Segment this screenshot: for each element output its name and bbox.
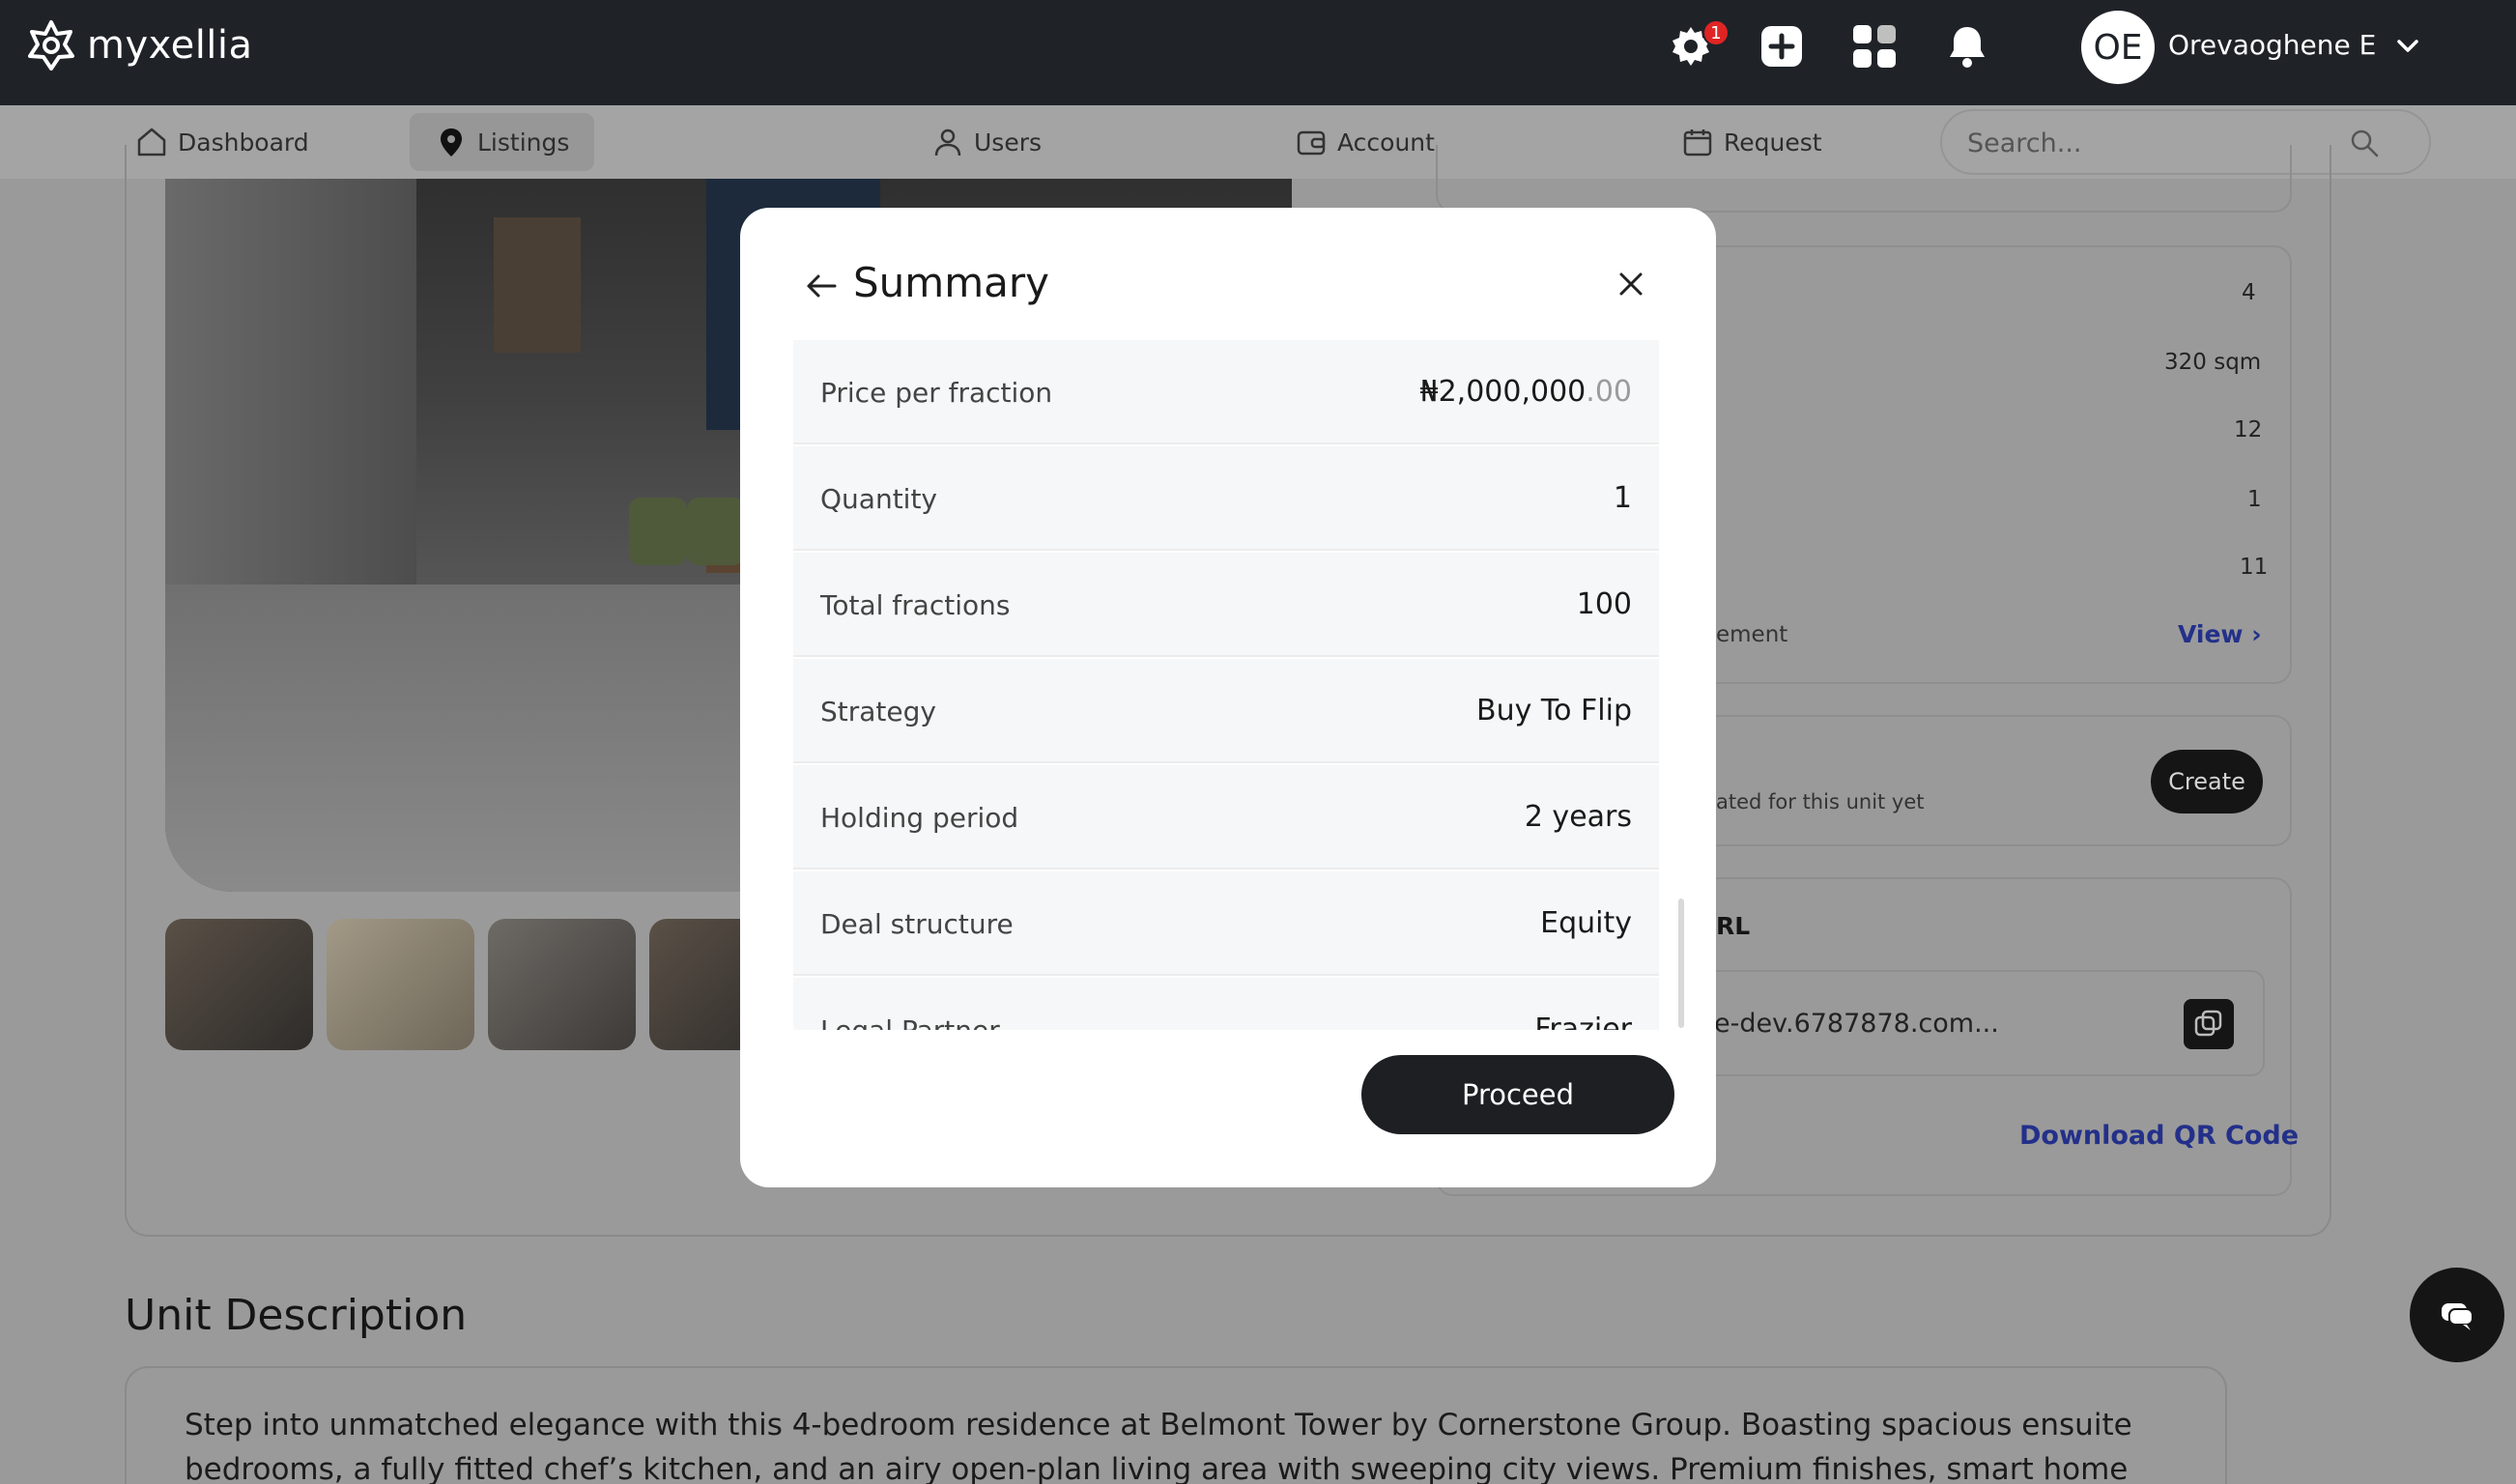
copy-icon	[2194, 1010, 2222, 1037]
row-value: 100	[1576, 587, 1632, 621]
row-label: Deal structure	[820, 908, 1014, 940]
view-link[interactable]: View ›	[2178, 620, 2262, 648]
row-value: ₦2,000,000.00	[1420, 375, 1633, 409]
top-bar: myxellia 1 OE Orevaoghene E	[0, 0, 2516, 105]
summary-row-deal-structure: Deal structure Equity	[793, 871, 1659, 976]
row-value: 2 years	[1524, 800, 1632, 834]
empty-state-text: ated for this unit yet	[1716, 790, 1925, 813]
modal-title: Summary	[853, 259, 1049, 306]
summary-row-holding-period: Holding period 2 years	[793, 765, 1659, 870]
back-arrow-icon[interactable]	[804, 269, 839, 303]
add-icon[interactable]	[1758, 23, 1805, 70]
brand-logo[interactable]: myxellia	[25, 19, 253, 71]
brand-name: myxellia	[87, 23, 253, 68]
row-value: Buy To Flip	[1476, 694, 1632, 728]
details-card-top	[1436, 145, 2292, 213]
copy-button[interactable]	[2184, 999, 2234, 1049]
row-label: Total fractions	[820, 589, 1011, 621]
download-qr-link[interactable]: Download QR Code	[2019, 1121, 2299, 1151]
row-value: Frazier	[1534, 1013, 1632, 1030]
detail-value: 320 sqm	[2164, 350, 2262, 375]
row-value: Equity	[1540, 906, 1632, 940]
summary-list[interactable]: Price per fraction ₦2,000,000.00 Quantit…	[793, 340, 1659, 1030]
row-label: Legal Partner	[820, 1014, 1000, 1030]
bell-icon[interactable]	[1944, 23, 1990, 70]
price-decimal: .00	[1586, 375, 1632, 409]
notification-badge: 1	[1702, 19, 1730, 46]
detail-value: 4	[2242, 280, 2256, 305]
detail-value: 1	[2247, 487, 2262, 512]
thumbnail-image[interactable]	[327, 919, 474, 1050]
row-label: Holding period	[820, 802, 1019, 834]
summary-row-quantity: Quantity 1	[793, 446, 1659, 551]
row-label: Strategy	[820, 696, 936, 728]
detail-label-partial: ement	[1716, 622, 1788, 647]
user-name[interactable]: Orevaoghene E	[2168, 29, 2376, 61]
description-title: Unit Description	[125, 1291, 468, 1340]
detail-value: 11	[2240, 555, 2269, 580]
price-main: ₦2,000,000	[1419, 375, 1587, 409]
description-text: Step into unmatched elegance with this 4…	[185, 1408, 2132, 1484]
thumbnail-image[interactable]	[488, 919, 636, 1050]
proceed-button[interactable]: Proceed	[1361, 1055, 1674, 1134]
apps-grid-icon[interactable]	[1851, 23, 1898, 70]
search-icon[interactable]	[2348, 127, 2381, 159]
row-label: Price per fraction	[820, 377, 1053, 409]
chevron-down-icon[interactable]	[2394, 33, 2421, 60]
summary-row-total-fractions: Total fractions 100	[793, 553, 1659, 657]
chat-icon	[2442, 1303, 2473, 1330]
avatar[interactable]: OE	[2081, 11, 2155, 84]
logo-icon	[28, 20, 74, 71]
row-label: Quantity	[820, 483, 937, 515]
url-section-label: RL	[1716, 912, 1751, 940]
create-button[interactable]: Create	[2151, 750, 2263, 813]
close-icon[interactable]	[1615, 269, 1646, 300]
summary-row-legal-partner: Legal Partner Frazier	[793, 978, 1659, 1030]
summary-row-price: Price per fraction ₦2,000,000.00	[793, 340, 1659, 444]
row-value: 1	[1613, 481, 1632, 515]
detail-value: 12	[2234, 417, 2263, 442]
chat-button[interactable]	[2410, 1268, 2504, 1362]
url-text: e-dev.6787878.com...	[1714, 1009, 1999, 1039]
summary-row-strategy: Strategy Buy To Flip	[793, 659, 1659, 763]
modal-scrollbar[interactable]	[1678, 899, 1684, 1028]
thumbnail-image[interactable]	[165, 919, 313, 1050]
photo-thumbnails	[165, 919, 797, 1050]
